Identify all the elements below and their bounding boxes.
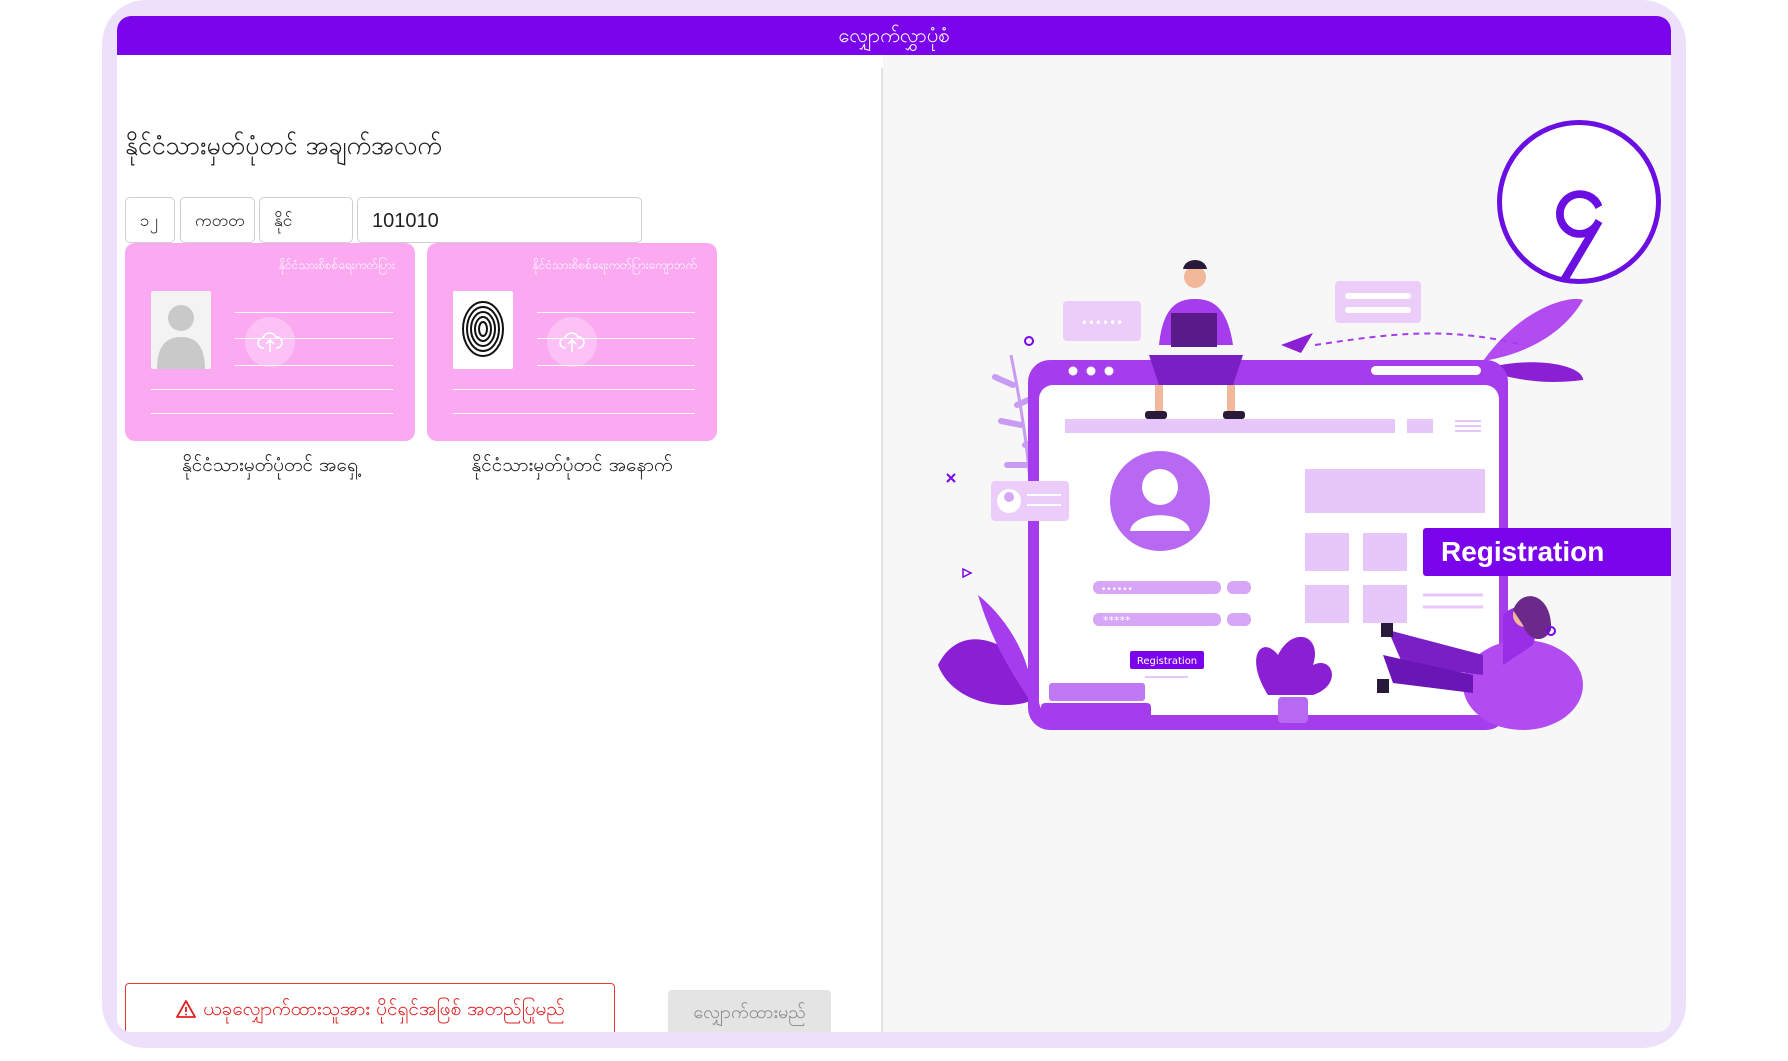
fingerprint-icon — [453, 291, 513, 369]
nrc-section-title: နိုင်ငံသားမှတ်ပုံတင် အချက်အလက် — [125, 131, 442, 160]
svg-text:••••••: •••••• — [1081, 316, 1123, 330]
application-card: လျှောက်လွှာပုံစံ နိုင်ငံသားမှတ်ပုံတင် အခ… — [117, 16, 1671, 1032]
confirm-owner-label: ယခုလျှောက်ထားသူအား ပိုင်ရှင်အဖြစ် အတည်ပြ… — [203, 998, 565, 1020]
svg-text:Registration: Registration — [1137, 656, 1197, 667]
card-header-text: နိုင်ငံသားစိစစ်ရေးကတ်ပြားကျောဘက် — [532, 258, 697, 272]
nrc-front-label: နိုင်ငံသားမှတ်ပုံတင် အရှေ့ — [181, 454, 359, 476]
cloud-upload-icon[interactable] — [245, 317, 295, 367]
nrc-back-upload[interactable]: နိုင်ငံသားစိစစ်ရေးကတ်ပြားကျောဘက် — [427, 243, 717, 441]
nrc-state-select[interactable]: ၁၂ — [125, 197, 175, 243]
form-title: လျှောက်လွှာပုံစံ — [117, 16, 1671, 55]
nrc-township-select[interactable]: ကတတ — [180, 197, 255, 243]
submit-button[interactable]: လျှောက်ထားမည် — [668, 990, 831, 1032]
nrc-back-label: နိုင်ငံသားမှတ်ပုံတင် အနောက် — [471, 454, 673, 476]
cloud-upload-icon[interactable] — [547, 317, 597, 367]
right-panel: ၄ •••••• ***** Registration Registration… — [883, 55, 1671, 1032]
registration-illustration: •••••• ***** Registration Registration •… — [938, 260, 1671, 730]
left-panel: နိုင်ငံသားမှတ်ပုံတင် အချက်အလက် ၁၂ ကတတ နိ… — [117, 55, 881, 1032]
nrc-type-select[interactable]: နိုင် — [259, 197, 353, 243]
warning-icon — [175, 999, 197, 1024]
svg-text:••••••: •••••• — [1101, 585, 1133, 595]
card-header-text: နိုင်ငံသားစိစစ်ရေးကတ်ပြား — [278, 258, 395, 272]
nrc-number-input[interactable]: 101010 — [357, 197, 642, 243]
svg-text:Registration: Registration — [1441, 536, 1604, 567]
confirm-owner-button[interactable]: ယခုလျှောက်ထားသူအား ပိုင်ရှင်အဖြစ် အတည်ပြ… — [125, 983, 615, 1032]
svg-text:*****: ***** — [1103, 614, 1131, 627]
person-photo-icon — [151, 291, 211, 369]
nrc-front-upload[interactable]: နိုင်ငံသားစိစစ်ရေးကတ်ပြား — [125, 243, 415, 441]
